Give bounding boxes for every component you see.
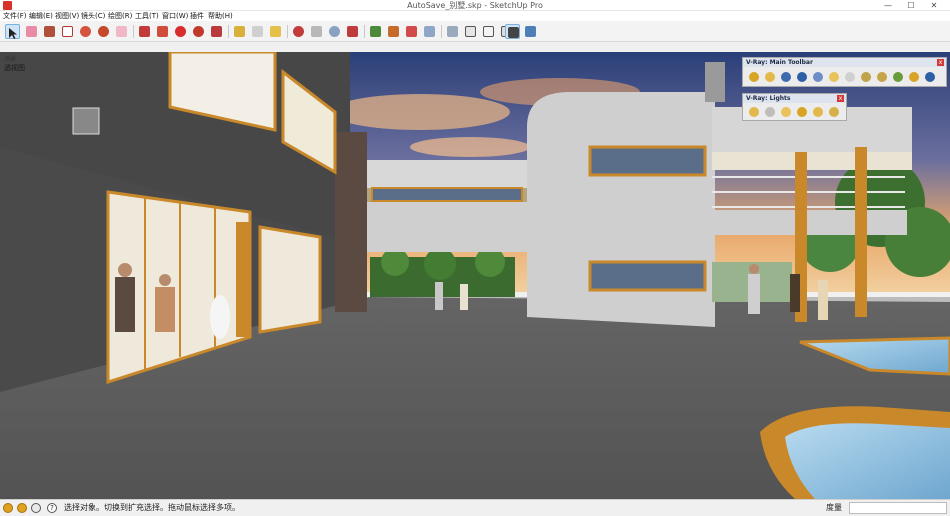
- omni-light-icon[interactable]: [749, 107, 759, 117]
- dome-light-icon[interactable]: [797, 107, 807, 117]
- menu-bar: 文件(F) 编辑(E) 视图(V) 镜头(C) 绘图(R) 工具(T) 窗口(W…: [0, 11, 950, 21]
- vray-main-close-icon[interactable]: x: [937, 59, 944, 66]
- proxy-icon[interactable]: [893, 72, 903, 82]
- menu-edit[interactable]: 编辑(E): [29, 11, 53, 21]
- menu-help[interactable]: 帮助(H): [208, 11, 233, 21]
- menu-plugins[interactable]: 插件: [190, 11, 204, 21]
- paint-bucket-icon[interactable]: [42, 24, 57, 39]
- menu-tools[interactable]: 工具(T): [135, 11, 159, 21]
- minimize-button[interactable]: —: [880, 0, 896, 11]
- plane-icon[interactable]: [909, 72, 919, 82]
- help-icon[interactable]: ?: [47, 503, 57, 513]
- main-toolbar: [0, 21, 950, 42]
- shaded-icon[interactable]: [523, 24, 538, 39]
- status-message: 选择对象。切换到扩充选择。拖动鼠标选择多项。: [64, 503, 240, 512]
- zoom-icon[interactable]: [327, 24, 342, 39]
- protractor-icon[interactable]: [268, 24, 283, 39]
- rectangle-icon[interactable]: [60, 24, 75, 39]
- vray-lights-close-icon[interactable]: x: [837, 95, 844, 102]
- window-title: AutoSave_别墅.skp - SketchUp Pro: [407, 1, 543, 10]
- orbit-icon[interactable]: [291, 24, 306, 39]
- pan-icon[interactable]: [309, 24, 324, 39]
- layers-icon[interactable]: [368, 24, 383, 39]
- scene-sub-label: 透视图: [4, 64, 25, 72]
- scene-label: 场景: [4, 56, 17, 63]
- georef-icon[interactable]: [3, 503, 13, 513]
- vray-main-title: V-Ray: Main Toolbar: [743, 58, 946, 67]
- rotate-icon[interactable]: [191, 24, 206, 39]
- follow-me-icon[interactable]: [155, 24, 170, 39]
- close-button[interactable]: ✕: [926, 0, 942, 11]
- push-pull-icon[interactable]: [137, 24, 152, 39]
- share-icon[interactable]: [422, 24, 437, 39]
- menu-file[interactable]: 文件(F): [3, 11, 27, 21]
- clipper-icon[interactable]: [925, 72, 935, 82]
- sphere-icon[interactable]: [861, 72, 871, 82]
- polygon-icon[interactable]: [96, 24, 111, 39]
- rect-light-icon[interactable]: [765, 107, 775, 117]
- move-icon[interactable]: [173, 24, 188, 39]
- warehouse-icon[interactable]: [404, 24, 419, 39]
- status-bar: ? 选择对象。切换到扩充选择。拖动鼠标选择多项。 度量: [0, 499, 950, 515]
- measure-label: 度量: [826, 503, 842, 512]
- measurements-input[interactable]: [849, 502, 947, 514]
- zoom-extents-icon[interactable]: [345, 24, 360, 39]
- section-plane-icon[interactable]: [445, 24, 460, 39]
- iso-view-icon[interactable]: [463, 24, 478, 39]
- ies-light-icon[interactable]: [829, 107, 839, 117]
- spot-light-icon[interactable]: [781, 107, 791, 117]
- menu-camera[interactable]: 镜头(C): [81, 11, 105, 21]
- rt-render-icon[interactable]: [797, 72, 807, 82]
- select-icon[interactable]: [5, 24, 20, 39]
- menu-view[interactable]: 视图(V): [55, 11, 79, 21]
- scene-tab[interactable]: 场景 透视图: [4, 56, 25, 72]
- maximize-button[interactable]: ☐: [903, 0, 919, 11]
- dimension-icon[interactable]: [250, 24, 265, 39]
- menu-window[interactable]: 窗口(W): [162, 11, 188, 21]
- menu-draw[interactable]: 绘图(R): [108, 11, 132, 21]
- xray-icon[interactable]: [505, 24, 520, 39]
- vray-lights-title: V-Ray: Lights: [743, 94, 846, 103]
- components-icon[interactable]: [386, 24, 401, 39]
- vray-lights-toolbar[interactable]: V-Ray: Lights x: [742, 93, 847, 121]
- sphere-light-icon[interactable]: [813, 107, 823, 117]
- eraser-alt-icon[interactable]: [114, 24, 129, 39]
- material-editor-icon[interactable]: [829, 72, 839, 82]
- vray-main-toolbar[interactable]: V-Ray: Main Toolbar x: [742, 57, 947, 87]
- eraser-icon[interactable]: [24, 24, 39, 39]
- tape-measure-icon[interactable]: [232, 24, 247, 39]
- fur-icon[interactable]: [877, 72, 887, 82]
- help-icon[interactable]: [813, 72, 823, 82]
- top-view-icon[interactable]: [481, 24, 496, 39]
- settings-icon[interactable]: [765, 72, 775, 82]
- circle-icon[interactable]: [78, 24, 93, 39]
- instructor-icon[interactable]: [31, 503, 41, 513]
- render-icon[interactable]: [749, 72, 759, 82]
- credits-icon[interactable]: [17, 503, 27, 513]
- title-bar: AutoSave_别墅.skp - SketchUp Pro — ☐ ✕: [0, 0, 950, 11]
- frame-buffer-icon[interactable]: [781, 72, 791, 82]
- scale-icon[interactable]: [209, 24, 224, 39]
- light-icon[interactable]: [845, 72, 855, 82]
